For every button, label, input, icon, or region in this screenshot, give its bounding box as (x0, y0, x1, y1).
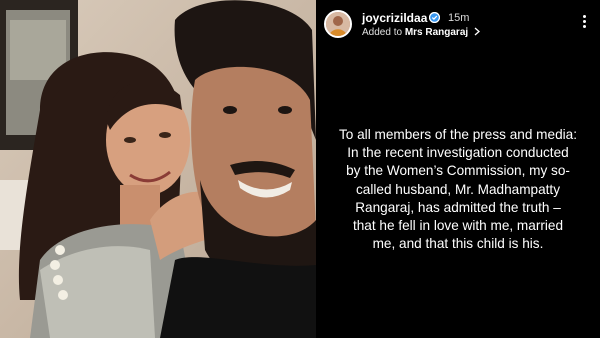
story-timestamp: 15m (448, 12, 470, 24)
caption-line: called husband, Mr. Madhampatty (355, 181, 561, 197)
more-options-icon[interactable] (580, 13, 588, 31)
caption-line: Rangaraj, has admitted the truth – (355, 199, 561, 215)
caption-line: To all members of the press and media: (338, 127, 577, 142)
story-header: joycrizildaa 15m Added to Mrs Rangaraj (324, 9, 594, 41)
caption-line: by the Women’s Commission, my so- (346, 163, 570, 179)
story-caption: To all members of the press and media: I… (322, 126, 594, 253)
username[interactable]: joycrizildaa (362, 11, 427, 25)
caption-line: that he fell in love with me, married (352, 218, 564, 234)
highlight-name: Mrs Rangaraj (404, 27, 469, 38)
chevron-right-icon (471, 27, 481, 38)
profile-avatar[interactable] (324, 10, 352, 38)
verified-badge-icon (429, 12, 440, 23)
added-to-highlight[interactable]: Added to Mrs Rangaraj (362, 27, 481, 38)
caption-line: me, and that this child is his. (372, 236, 544, 252)
added-prefix: Added to (362, 27, 405, 38)
couple-photo (0, 0, 316, 338)
caption-line: In the recent investigation conducted (347, 145, 569, 161)
story-panel: joycrizildaa 15m Added to Mrs Rangaraj T… (316, 0, 600, 338)
